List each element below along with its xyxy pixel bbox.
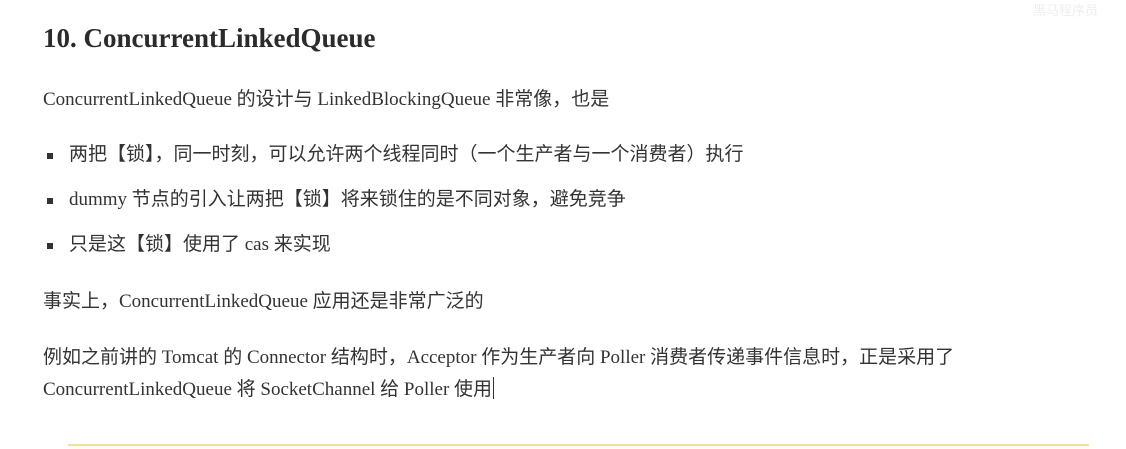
bullet-text: 两把【锁】，同一时刻，可以允许两个线程同时（一个生产者与一个消费者）执行	[69, 144, 744, 165]
bullet-item-cas: 只是这【锁】使用了 cas 来实现	[43, 230, 744, 275]
watermark-text: 黑马程序员	[1032, 4, 1098, 19]
square-bullet-icon	[47, 153, 53, 159]
example-text: 例如之前讲的 Tomcat 的 Connector 结构时，Acceptor 作…	[43, 347, 955, 400]
intro-paragraph: ConcurrentLinkedQueue 的设计与 LinkedBlockin…	[43, 89, 610, 110]
example-paragraph[interactable]: 例如之前讲的 Tomcat 的 Connector 结构时，Acceptor 作…	[43, 342, 1103, 406]
square-bullet-icon	[47, 243, 53, 249]
text-cursor	[493, 377, 495, 399]
fact-paragraph: 事实上，ConcurrentLinkedQueue 应用还是非常广泛的	[43, 291, 484, 312]
bullet-item-dummy-node: dummy 节点的引入让两把【锁】将来锁住的是不同对象，避免竞争	[43, 185, 744, 230]
bullet-item-two-locks: 两把【锁】，同一时刻，可以允许两个线程同时（一个生产者与一个消费者）执行	[43, 140, 744, 185]
callout-box-top	[68, 444, 1089, 449]
bullet-text: dummy 节点的引入让两把【锁】将来锁住的是不同对象，避免竞争	[69, 189, 626, 210]
section-heading: 10. ConcurrentLinkedQueue	[43, 23, 376, 53]
bullet-text: 只是这【锁】使用了 cas 来实现	[69, 234, 331, 255]
bullet-list: 两把【锁】，同一时刻，可以允许两个线程同时（一个生产者与一个消费者）执行 dum…	[43, 140, 744, 275]
square-bullet-icon	[47, 198, 53, 204]
